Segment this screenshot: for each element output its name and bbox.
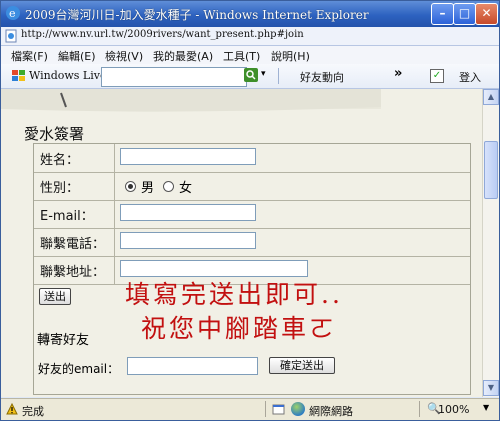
address-url[interactable]: http://www.nv.url.tw/2009rivers/want_pre… (21, 29, 304, 40)
email-input[interactable] (120, 204, 256, 221)
checkbox-icon[interactable]: ✓ (430, 69, 444, 83)
menu-bar: 檔案(F) 編輯(E) 檢視(V) 我的最愛(A) 工具(T) 說明(H) (1, 46, 499, 64)
zoom-dropdown-icon[interactable]: ▼ (483, 403, 489, 412)
header-banner-decoration (1, 89, 381, 112)
live-search-button[interactable] (244, 68, 258, 82)
close-button[interactable]: ✕ (475, 3, 498, 25)
section-title: 愛水簽署 (24, 125, 85, 143)
toolbar-separator (278, 68, 279, 84)
form-row-email: E-mail： (34, 200, 470, 229)
address-label: 聯繫地址： (40, 265, 106, 280)
scroll-up-icon[interactable]: ▲ (483, 89, 499, 105)
form-row-name: 姓名： (34, 144, 470, 173)
search-icon (246, 70, 256, 80)
menu-view[interactable]: 檢視(V) (105, 48, 143, 64)
scroll-thumb[interactable] (484, 141, 498, 199)
email-label: E-mail： (40, 209, 94, 224)
menu-edit[interactable]: 編輯(E) (58, 48, 96, 64)
friend-email-label: 好友的email： (38, 362, 120, 376)
internet-globe-icon (291, 402, 305, 416)
form-row-phone: 聯繫電話： (34, 228, 470, 257)
menu-help[interactable]: 說明(H) (271, 48, 310, 64)
zone-text: 網際網路 (309, 405, 353, 418)
ie-logo-icon: e (6, 6, 20, 20)
scroll-down-icon[interactable]: ▼ (483, 380, 499, 396)
overlay-instruction-line2: 祝您中腳踏車ㄛ (141, 314, 338, 343)
forward-friend-title: 轉寄好友 (37, 333, 90, 348)
menu-tools[interactable]: 工具(T) (223, 48, 260, 64)
page-icon (5, 29, 17, 43)
confirm-send-button[interactable]: 確定送出 (269, 357, 335, 374)
status-bar: 完成 網際網路 🔍 100% ▼ (1, 398, 499, 420)
browser-window: e 2009台灣河川日-加入愛水種子 - Windows Internet Ex… (0, 0, 500, 421)
address-bar[interactable]: http://www.nv.url.tw/2009rivers/want_pre… (1, 27, 499, 46)
warning-icon (6, 403, 18, 415)
name-label: 姓名： (40, 153, 80, 168)
menu-file[interactable]: 檔案(F) (11, 48, 48, 64)
vertical-scrollbar[interactable]: ▲ ▼ (482, 89, 499, 397)
phone-input[interactable] (120, 232, 256, 249)
minimize-button[interactable]: – (431, 3, 454, 25)
windows-live-label: Windows Live (29, 69, 107, 82)
friend-email-input[interactable] (127, 357, 258, 375)
gender-label: 性別： (40, 181, 80, 196)
window-title: 2009台灣河川日-加入愛水種子 - Windows Internet Expl… (25, 8, 369, 22)
status-text: 完成 (22, 405, 44, 418)
gender-female-radio[interactable] (163, 181, 174, 192)
menu-favorites[interactable]: 我的最愛(A) (153, 48, 213, 64)
submit-button[interactable]: 送出 (39, 288, 71, 305)
title-bar: e 2009台灣河川日-加入愛水種子 - Windows Internet Ex… (1, 1, 499, 27)
svg-text:e: e (9, 7, 16, 20)
gender-male-label: 男 (141, 181, 155, 196)
zoom-level[interactable]: 100% (438, 403, 469, 416)
windows-live-toolbar: Windows Live ▾ 好友動向 » ✓ 登入 (1, 64, 499, 89)
gender-male-radio[interactable] (125, 181, 136, 192)
form-row-gender: 性別： 男 女 (34, 172, 470, 201)
page-content: 愛水簽署 姓名： 性別： 男 女 E-mail： 聯繫電話： 聯繫地址： 送出 … (1, 89, 482, 397)
windows-live-logo-icon (12, 70, 25, 81)
login-button[interactable]: 登入 (459, 69, 481, 85)
more-chevron-icon[interactable]: » (394, 66, 402, 81)
live-search-input[interactable] (101, 67, 247, 87)
friends-activity-button[interactable]: 好友動向 (300, 69, 344, 85)
search-options-arrow-icon[interactable]: ▾ (261, 69, 266, 79)
phone-label: 聯繫電話： (40, 237, 106, 252)
gender-female-label: 女 (179, 181, 193, 196)
security-zone-icon (272, 404, 285, 415)
name-input[interactable] (120, 148, 256, 165)
maximize-button[interactable]: □ (453, 3, 476, 25)
overlay-instruction-line1: 填寫完送出即可.. (125, 280, 343, 309)
